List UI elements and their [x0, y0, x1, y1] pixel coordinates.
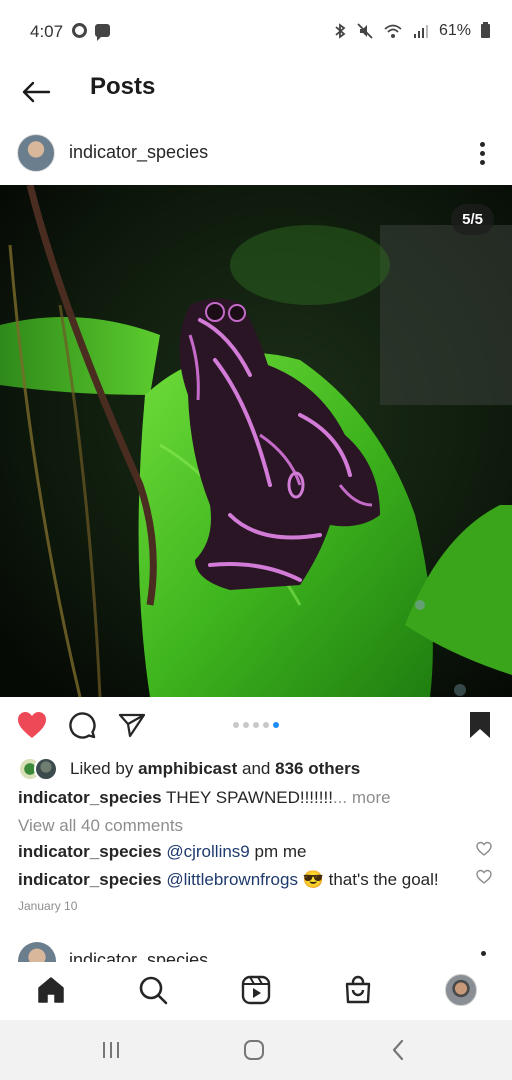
dot [479, 150, 485, 156]
send-icon [118, 713, 146, 738]
likes-others[interactable]: 836 others [275, 759, 360, 778]
post-image[interactable]: 5/5 [0, 185, 512, 697]
action-bar [0, 700, 512, 750]
dot [479, 141, 485, 147]
recents-icon [103, 1042, 119, 1058]
photo-counter: 5/5 [451, 204, 494, 235]
next-more-options-button[interactable] [481, 951, 486, 956]
comment-username[interactable]: indicator_species [18, 842, 162, 861]
status-left-icons [72, 23, 110, 41]
reels-icon [241, 975, 271, 1005]
back-button[interactable] [16, 72, 56, 112]
page-title: Posts [90, 73, 156, 100]
nav-search[interactable] [135, 972, 171, 1008]
heart-filled-icon [18, 712, 46, 738]
home-icon [38, 977, 64, 1003]
carousel-dot [233, 722, 239, 728]
signal-icon [413, 25, 428, 38]
sunglasses-emoji-icon: 😎 [302, 870, 324, 889]
caption-username[interactable]: indicator_species [18, 788, 162, 807]
carousel-dot-active [273, 722, 279, 728]
battery-percent: 61% [438, 22, 471, 39]
status-time: 4:07 [30, 22, 64, 41]
author-avatar[interactable] [17, 134, 55, 172]
home-circle-icon [244, 1040, 264, 1060]
status-right: 61% [333, 22, 490, 40]
frog-photo [0, 185, 512, 697]
back-arrow-icon [22, 81, 51, 103]
next-author-username[interactable]: indicator_species [69, 950, 208, 962]
caption-text: THEY SPAWNED!!!!!!! [166, 788, 333, 807]
nav-shop[interactable] [340, 972, 376, 1008]
liker-avatar [34, 757, 58, 781]
nav-home[interactable] [33, 972, 69, 1008]
bluetooth-icon [335, 23, 346, 39]
system-nav [0, 1020, 512, 1080]
likes-row[interactable]: Liked by amphibicast and 836 others [18, 756, 360, 782]
bottom-nav [0, 962, 512, 1020]
comment-button[interactable] [65, 708, 99, 742]
record-icon [72, 23, 87, 38]
likes-prefix: Liked by [70, 759, 134, 778]
view-all-comments-link[interactable]: View all 40 comments [18, 816, 183, 836]
shop-icon [345, 975, 371, 1004]
mute-icon [357, 23, 373, 39]
battery-icon [481, 22, 490, 38]
post-date: January 10 [18, 899, 78, 913]
carousel-dot [263, 722, 269, 728]
comment-icon [69, 712, 96, 739]
likes-user[interactable]: amphibicast [138, 759, 237, 778]
comment-text: pm me [254, 842, 307, 861]
like-button[interactable] [15, 708, 49, 742]
comment-like-icon[interactable] [476, 869, 492, 885]
status-bar: 4:07 61% [0, 0, 512, 64]
comment-text: that's the goal! [328, 870, 439, 889]
wifi-icon [384, 24, 402, 38]
header: Posts [0, 64, 512, 120]
comment-row: indicator_species @littlebrownfrogs 😎 th… [18, 870, 439, 890]
comment-username[interactable]: indicator_species [18, 870, 162, 889]
caption-more-link[interactable]: ... more [333, 788, 391, 807]
comment-mention[interactable]: @cjrollins9 [166, 842, 249, 861]
bookmark-filled-icon [470, 712, 490, 738]
likes-text: Liked by amphibicast and 836 others [70, 759, 360, 779]
comment-row: indicator_species @cjrollins9 pm me [18, 842, 306, 862]
comment-mention[interactable]: @littlebrownfrogs [166, 870, 298, 889]
save-button[interactable] [463, 708, 497, 742]
nav-profile[interactable] [443, 972, 479, 1008]
comment-like-icon[interactable] [476, 841, 492, 857]
share-button[interactable] [115, 708, 149, 742]
system-back-button[interactable] [384, 1038, 412, 1062]
post-header: indicator_species [0, 128, 512, 180]
back-chevron-icon [392, 1039, 404, 1061]
carousel-dot [253, 722, 259, 728]
message-icon [95, 24, 110, 41]
next-author-avatar[interactable] [18, 942, 56, 962]
profile-avatar [445, 974, 477, 1006]
carousel-dot [243, 722, 249, 728]
carousel-dots [233, 722, 279, 728]
caption: indicator_species THEY SPAWNED!!!!!!!...… [18, 788, 391, 808]
more-options-button[interactable] [470, 136, 494, 170]
search-icon [139, 976, 168, 1005]
system-home-button[interactable] [240, 1038, 268, 1062]
liker-avatars [18, 757, 64, 781]
next-post-header: indicator_species [0, 938, 512, 962]
dot [479, 159, 485, 165]
recents-button[interactable] [97, 1038, 125, 1062]
nav-reels[interactable] [238, 972, 274, 1008]
likes-conjunction: and [242, 759, 271, 778]
author-username[interactable]: indicator_species [69, 142, 208, 163]
